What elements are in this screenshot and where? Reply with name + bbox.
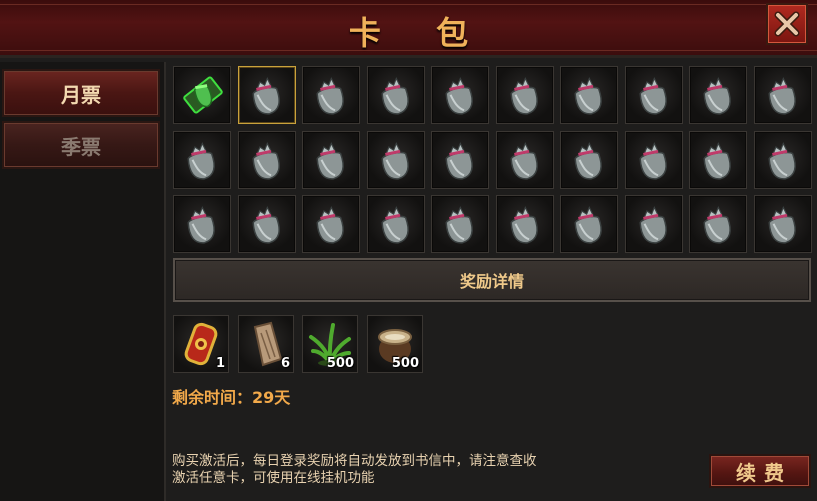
close-icon: [774, 11, 800, 37]
green-ticket-icon: [183, 76, 223, 114]
window-title: 卡 包: [348, 14, 491, 52]
treasure-bag-icon: [187, 205, 215, 244]
card-slot[interactable]: [495, 130, 554, 189]
title-bar: 卡 包: [0, 0, 817, 58]
close-button[interactable]: [766, 3, 808, 45]
reward-item[interactable]: 1: [173, 315, 229, 373]
card-slot[interactable]: [366, 130, 425, 189]
card-slot[interactable]: [431, 195, 489, 253]
card-slot[interactable]: [431, 130, 489, 189]
reward-count: 6: [280, 356, 290, 371]
card-slot[interactable]: [302, 130, 360, 189]
tab-monthly-pass[interactable]: 月票: [2, 69, 160, 117]
renew-button[interactable]: 续费: [709, 454, 811, 488]
treasure-bag-icon: [703, 76, 731, 115]
reward-details-header: 奖励详情: [173, 258, 811, 302]
tab-season-pass[interactable]: 季票: [2, 121, 160, 169]
reward-count: 500: [391, 356, 419, 371]
card-slot[interactable]: [302, 195, 360, 253]
treasure-bag-icon: [638, 205, 667, 244]
card-slot[interactable]: [624, 130, 683, 189]
treasure-bag-icon: [703, 141, 731, 180]
card-slot[interactable]: [366, 195, 425, 253]
treasure-bag-icon: [767, 141, 796, 180]
treasure-bag-icon: [574, 141, 602, 180]
treasure-bag-icon: [316, 76, 344, 115]
treasure-bag-icon: [638, 141, 667, 180]
card-slot[interactable]: [173, 195, 231, 253]
card-slot[interactable]: [560, 130, 618, 189]
treasure-bag-icon: [767, 205, 796, 244]
card-slot[interactable]: [689, 66, 747, 124]
card-slot[interactable]: [560, 195, 618, 253]
reward-count: 1: [215, 356, 225, 371]
tab-sidebar: 月票 季票: [0, 62, 166, 501]
treasure-bag-icon: [509, 141, 538, 180]
treasure-bag-icon: [445, 141, 473, 180]
description-line: 激活任意卡，可使用在线挂机功能: [172, 470, 375, 486]
treasure-bag-icon: [380, 141, 409, 180]
treasure-bag-icon: [251, 141, 280, 180]
card-slot[interactable]: [689, 130, 747, 189]
treasure-bag-icon: [509, 76, 538, 115]
treasure-bag-icon: [316, 141, 344, 180]
reward-item[interactable]: 500: [302, 315, 358, 373]
treasure-bag-icon: [767, 76, 796, 115]
treasure-bag-icon: [251, 205, 280, 244]
card-slot[interactable]: [689, 195, 747, 253]
card-slot[interactable]: [237, 66, 296, 124]
treasure-bag-icon: [316, 205, 344, 244]
card-slot[interactable]: [753, 130, 812, 189]
reward-item[interactable]: 500: [367, 315, 423, 373]
card-slot[interactable]: [302, 66, 360, 124]
treasure-bag-icon: [574, 205, 602, 244]
treasure-bag-icon: [380, 205, 409, 244]
treasure-bag-icon: [445, 76, 473, 115]
card-slot[interactable]: [753, 66, 812, 124]
card-slot[interactable]: [624, 66, 683, 124]
card-slot[interactable]: [431, 66, 489, 124]
treasure-bag-icon: [703, 205, 731, 244]
treasure-bag-icon: [638, 76, 667, 115]
description: 购买激活后，每日登录奖励将自动发放到书信中，请注意查收 激活任意卡，可使用在线挂…: [172, 453, 642, 487]
card-slot[interactable]: [560, 66, 618, 124]
reward-item[interactable]: 6: [238, 315, 294, 373]
card-slot[interactable]: [237, 130, 296, 189]
card-slot[interactable]: [237, 195, 296, 253]
card-pack-window: 卡 包 月票 季票 奖励详情 1 6 500 500 剩余时间：29天 购买激活…: [0, 0, 817, 501]
treasure-bag-icon: [380, 76, 409, 115]
card-grid: [171, 66, 817, 258]
treasure-bag-icon: [445, 205, 473, 244]
card-slot[interactable]: [495, 66, 554, 124]
treasure-bag-icon: [187, 141, 215, 180]
card-slot[interactable]: [173, 66, 231, 124]
treasure-bag-icon: [509, 205, 538, 244]
treasure-bag-icon: [251, 76, 280, 115]
remaining-time: 剩余时间：29天: [172, 388, 291, 407]
card-slot[interactable]: [495, 195, 554, 253]
card-slot[interactable]: [624, 195, 683, 253]
treasure-bag-icon: [574, 76, 602, 115]
card-slot[interactable]: [753, 195, 812, 253]
reward-count: 500: [326, 356, 354, 371]
card-slot[interactable]: [366, 66, 425, 124]
card-slot[interactable]: [173, 130, 231, 189]
description-line: 购买激活后，每日登录奖励将自动发放到书信中，请注意查收: [172, 453, 537, 469]
